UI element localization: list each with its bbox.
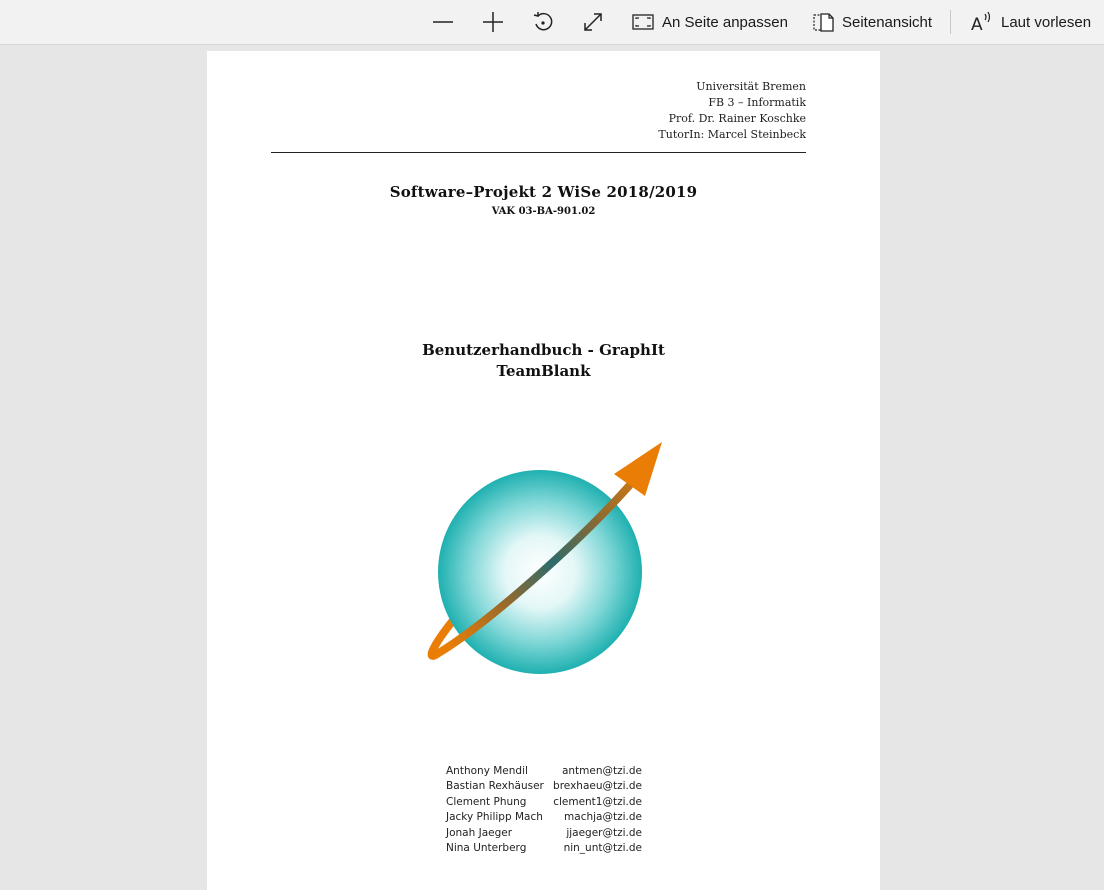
author-list: Anthony Mendil antmen@tzi.de Bastian Rex… (446, 764, 642, 856)
course-code: VAK 03-BA-901.02 (491, 206, 596, 217)
document-title: Benutzerhandbuch - GraphIt (422, 341, 665, 359)
team-name: TeamBlank (496, 362, 591, 380)
page-view-label: Seitenansicht (842, 13, 933, 31)
professor: Prof. Dr. Rainer Koschke (668, 112, 806, 125)
tutor: TutorIn: Marcel Steinbeck (658, 128, 806, 141)
rotate-icon (533, 12, 553, 31)
author-row: Bastian Rexhäuser brexhaeu@tzi.de (446, 779, 642, 794)
author-name: Clement Phung (446, 795, 527, 808)
toolbar-divider (950, 10, 951, 34)
pdf-page: Universität Bremen FB 3 – Informatik Pro… (207, 51, 880, 890)
fit-page-icon (632, 14, 654, 30)
arrow-head (614, 442, 662, 496)
author-name: Jacky Philipp Mach (446, 811, 543, 824)
university-block: Universität Bremen FB 3 – Informatik Pro… (658, 79, 806, 143)
university-name: Universität Bremen (696, 80, 806, 93)
page-view-icon (813, 13, 834, 32)
author-email: jjaeger@tzi.de (566, 826, 642, 839)
author-email: antmen@tzi.de (561, 765, 642, 777)
svg-text:A: A (971, 15, 983, 33)
read-aloud-icon: A (971, 11, 991, 33)
author-email: brexhaeu@tzi.de (553, 780, 642, 793)
graphit-logo (427, 442, 662, 674)
author-row: Anthony Mendil antmen@tzi.de (446, 764, 642, 779)
header-rule (271, 152, 806, 153)
author-row: Jonah Jaeger jjaeger@tzi.de (446, 826, 642, 841)
author-email: clement1@tzi.de (553, 795, 642, 808)
plus-icon (483, 12, 503, 32)
page-view-button[interactable]: Seitenansicht (812, 0, 932, 44)
author-name: Jonah Jaeger (446, 826, 513, 839)
author-name: Nina Unterberg (446, 842, 527, 855)
pdf-toolbar: An Seite anpassen Seitenansicht A Laut v… (0, 0, 1104, 45)
read-aloud-button[interactable]: A Laut vorlesen (971, 0, 1091, 44)
author-name: Anthony Mendil (446, 765, 528, 777)
department: FB 3 – Informatik (708, 96, 806, 109)
course-title: Software–Projekt 2 WiSe 2018/2019 (389, 183, 698, 201)
fit-page-label: An Seite anpassen (662, 13, 788, 31)
minus-icon (433, 21, 453, 23)
author-row: Clement Phung clement1@tzi.de (446, 795, 642, 810)
zoom-out-button[interactable] (429, 8, 457, 36)
author-name: Bastian Rexhäuser (446, 780, 544, 793)
author-email: machja@tzi.de (564, 811, 642, 824)
zoom-in-button[interactable] (479, 8, 507, 36)
author-row: Jacky Philipp Mach machja@tzi.de (446, 810, 642, 825)
expand-icon (584, 13, 602, 31)
rotate-button[interactable] (529, 8, 557, 36)
fullscreen-button[interactable] (579, 8, 607, 36)
fit-page-button[interactable]: An Seite anpassen (632, 0, 788, 44)
read-aloud-label: Laut vorlesen (1001, 13, 1092, 31)
author-row: Nina Unterberg nin_unt@tzi.de (446, 841, 642, 856)
author-email: nin_unt@tzi.de (563, 842, 642, 855)
